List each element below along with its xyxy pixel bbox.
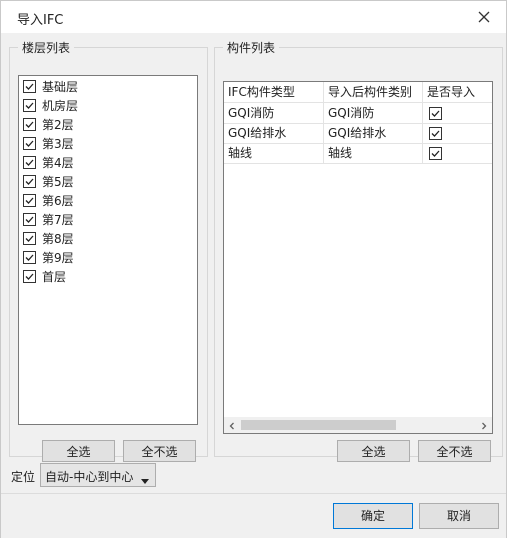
ifc-type-cell: GQI给排水 <box>224 123 324 143</box>
checkbox-icon[interactable] <box>23 270 36 283</box>
checkbox-icon[interactable] <box>23 137 36 150</box>
floor-select-all-button[interactable]: 全选 <box>42 440 115 462</box>
scroll-left-icon[interactable] <box>227 420 237 433</box>
category-cell[interactable]: GQI给排水 <box>324 123 423 143</box>
checkbox-icon[interactable] <box>23 99 36 112</box>
checkbox-icon[interactable] <box>23 213 36 226</box>
component-select-none-button[interactable]: 全不选 <box>418 440 491 462</box>
floor-item-label: 第5层 <box>42 175 74 189</box>
column-header-category[interactable]: 导入后构件类别 <box>324 82 423 102</box>
scroll-right-icon[interactable] <box>479 420 489 433</box>
floor-item-label: 第4层 <box>42 156 74 170</box>
floor-list-group: 楼层列表 基础层机房层第2层第3层第4层第5层第6层第7层第8层第9层首层 全选… <box>9 39 208 462</box>
component-list-legend: 构件列表 <box>227 41 276 55</box>
dialog-footer: 确定 取消 <box>1 493 506 538</box>
floor-item[interactable]: 机房层 <box>23 96 78 115</box>
floor-item-label: 第6层 <box>42 194 74 208</box>
import-cell <box>423 143 492 163</box>
checkbox-icon[interactable] <box>23 232 36 245</box>
floor-item[interactable]: 第3层 <box>23 134 74 153</box>
floor-list: 基础层机房层第2层第3层第4层第5层第6层第7层第8层第9层首层 <box>18 75 198 425</box>
floor-item-label: 第7层 <box>42 213 74 227</box>
scrollbar-thumb[interactable] <box>241 420 396 430</box>
grid-header: IFC构件类型 导入后构件类别 是否导入 <box>224 82 492 103</box>
import-ifc-dialog: 导入IFC 楼层列表 基础层机房层第2层第3层第4层第5层第6层第7层第8层第9… <box>0 0 507 538</box>
checkbox-icon[interactable] <box>23 175 36 188</box>
floor-item[interactable]: 第6层 <box>23 191 74 210</box>
table-row[interactable]: GQI给排水 GQI给排水 <box>224 123 492 144</box>
column-header-import[interactable]: 是否导入 <box>423 82 492 102</box>
position-dropdown-value: 自动-中心到中心 <box>45 470 134 484</box>
floor-item-label: 第9层 <box>42 251 74 265</box>
triangle-down-icon <box>141 473 149 487</box>
floor-item[interactable]: 第5层 <box>23 172 74 191</box>
floor-item-label: 第8层 <box>42 232 74 246</box>
checkbox-icon[interactable] <box>429 107 442 120</box>
floor-item[interactable]: 第2层 <box>23 115 74 134</box>
floor-item[interactable]: 第9层 <box>23 248 74 267</box>
table-row[interactable]: 轴线 轴线 <box>224 143 492 164</box>
floor-item[interactable]: 首层 <box>23 267 66 286</box>
floor-item-label: 首层 <box>42 270 67 284</box>
horizontal-scrollbar[interactable] <box>224 417 492 433</box>
checkbox-icon[interactable] <box>23 194 36 207</box>
floor-select-none-button[interactable]: 全不选 <box>123 440 196 462</box>
close-icon[interactable] <box>472 5 496 29</box>
category-cell[interactable]: 轴线 <box>324 143 423 163</box>
floor-list-legend: 楼层列表 <box>22 41 71 55</box>
ok-button[interactable]: 确定 <box>333 503 413 529</box>
component-select-all-button[interactable]: 全选 <box>337 440 410 462</box>
checkbox-icon[interactable] <box>429 127 442 140</box>
position-label: 定位 <box>11 470 36 484</box>
dialog-title: 导入IFC <box>17 13 64 28</box>
checkbox-icon[interactable] <box>429 147 442 160</box>
checkbox-icon[interactable] <box>23 156 36 169</box>
ifc-type-cell: 轴线 <box>224 143 324 163</box>
cancel-button[interactable]: 取消 <box>419 503 499 529</box>
ifc-type-cell: GQI消防 <box>224 103 324 123</box>
floor-item-label: 第2层 <box>42 118 74 132</box>
checkbox-icon[interactable] <box>23 118 36 131</box>
import-cell <box>423 103 492 123</box>
checkbox-icon[interactable] <box>23 80 36 93</box>
import-cell <box>423 123 492 143</box>
column-header-ifc-type[interactable]: IFC构件类型 <box>224 82 324 102</box>
component-grid: IFC构件类型 导入后构件类别 是否导入 GQI消防 GQI消防 GQI给排水 GQI… <box>223 81 493 434</box>
floor-item[interactable]: 第8层 <box>23 229 74 248</box>
checkbox-icon[interactable] <box>23 251 36 264</box>
component-list-group: 构件列表 IFC构件类型 导入后构件类别 是否导入 GQI消防 GQI消防 GQI给… <box>214 39 503 462</box>
floor-item-label: 基础层 <box>42 80 79 94</box>
floor-item[interactable]: 第7层 <box>23 210 74 229</box>
floor-item-label: 机房层 <box>42 99 79 113</box>
floor-item-label: 第3层 <box>42 137 74 151</box>
table-row[interactable]: GQI消防 GQI消防 <box>224 103 492 124</box>
floor-item[interactable]: 第4层 <box>23 153 74 172</box>
floor-item[interactable]: 基础层 <box>23 77 78 96</box>
title-bar: 导入IFC <box>1 1 506 33</box>
category-cell[interactable]: GQI消防 <box>324 103 423 123</box>
position-dropdown[interactable]: 自动-中心到中心 <box>40 463 156 487</box>
